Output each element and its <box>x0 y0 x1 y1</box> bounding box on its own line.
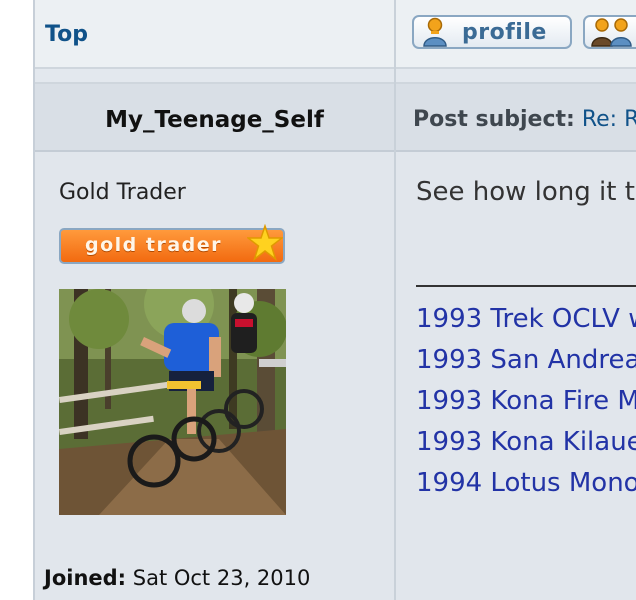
user-icon <box>422 17 448 47</box>
profile-button[interactable]: profile <box>412 15 572 49</box>
joined-label: Joined: <box>44 566 127 590</box>
signature-link[interactable]: 1993 Kona Kilauea <box>416 422 636 463</box>
signature-link[interactable]: 1994 Lotus Monoc <box>416 463 636 504</box>
star-icon <box>245 223 285 268</box>
author-name[interactable]: My_Teenage_Self <box>35 107 394 133</box>
avatar <box>59 289 286 515</box>
signature-links: 1993 Trek OCLV w 1993 San Andreas 1993 K… <box>416 299 636 504</box>
signature-link[interactable]: 1993 San Andreas <box>416 340 636 381</box>
rank-badge-text: gold trader <box>85 234 223 256</box>
post-header-row: My_Teenage_Self Post subject: Re: R <box>35 84 636 152</box>
post-toolbar-row: Top profile <box>35 0 636 69</box>
joined-value: Sat Oct 23, 2010 <box>132 566 311 590</box>
row-divider <box>35 69 636 84</box>
signature-divider <box>416 285 636 287</box>
forum-post-table: Top profile My_Teenage_Self Post subject… <box>33 0 636 600</box>
post-subject: Post subject: Re: R <box>413 107 636 132</box>
joined-date: Joined: Sat Oct 23, 2010 <box>44 566 310 590</box>
pm-button[interactable] <box>583 15 636 49</box>
post-subject-label: Post subject: <box>413 107 575 132</box>
signature-link[interactable]: 1993 Trek OCLV w <box>416 299 636 340</box>
rank-badge: gold trader <box>59 223 285 264</box>
signature-link[interactable]: 1993 Kona Fire M <box>416 381 636 422</box>
rank-title: Gold Trader <box>59 180 186 205</box>
users-icon <box>591 17 635 47</box>
profile-button-label: profile <box>462 19 547 45</box>
post-content: See how long it takes <box>416 177 636 207</box>
page: Top profile My_Teenage_Self Post subject… <box>0 0 636 600</box>
top-link[interactable]: Top <box>45 22 88 47</box>
post-subject-link[interactable]: Re: R <box>582 107 636 132</box>
post-body-row: Gold Trader gold trader Joined: Sat Oct … <box>35 152 636 600</box>
column-separator <box>394 0 396 600</box>
